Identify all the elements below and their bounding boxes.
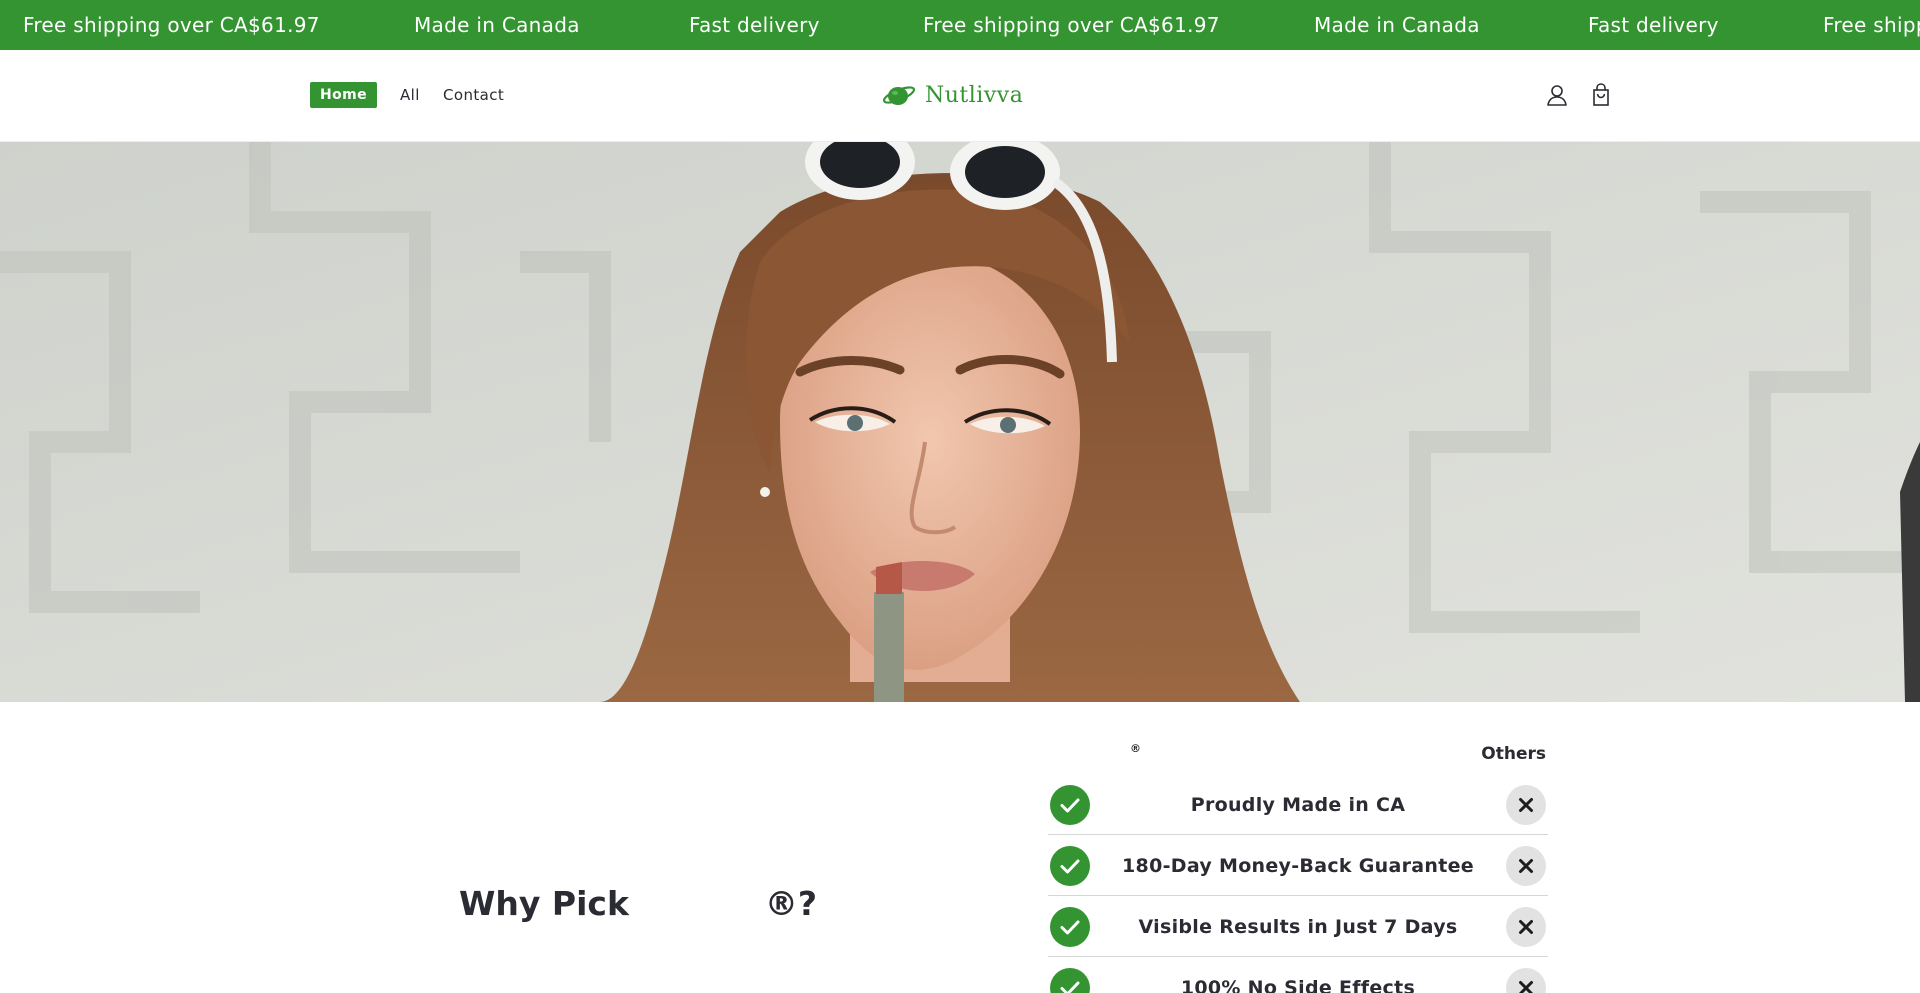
announcement-item: Made in Canada [1314,13,1480,37]
comparison-row-label: Proudly Made in CA [1190,794,1406,816]
comparison-row: Proudly Made in CA [1048,774,1548,835]
announcement-item: Free shipping over CA$61.97 [23,13,320,37]
close-x-icon [1506,968,1546,993]
comparison-row-label: 180-Day Money-Back Guarantee [1122,855,1474,877]
comparison-table-header: ® Others [1048,738,1548,774]
comparison-row-label: Visible Results in Just 7 Days [1138,916,1458,938]
hero-illustration [0,142,1920,702]
account-icon[interactable] [1542,80,1572,110]
announcement-item: Fast delivery [689,13,820,37]
check-icon [1050,846,1090,886]
why-pick-heading: Why Pick ®? [459,884,817,923]
comparison-table: ® Others Proudly Made in CA 180-Day Mone… [1048,738,1548,993]
others-column-header: Others [1481,744,1546,764]
check-icon [1050,968,1090,993]
check-icon [1050,785,1090,825]
announcement-item: Free shipping over CA$61.97 [923,13,1220,37]
comparison-row-label: 100% No Side Effects [1180,977,1416,993]
cart-icon[interactable] [1586,80,1616,110]
nav-all-link[interactable]: All [400,82,420,108]
hero-image [0,142,1920,702]
why-pick-heading-start: Why Pick [459,884,629,923]
comparison-row: Visible Results in Just 7 Days [1048,896,1548,957]
close-x-icon [1506,785,1546,825]
comparison-row: 180-Day Money-Back Guarantee [1048,835,1548,896]
why-pick-heading-end: ®? [764,884,818,923]
site-header: Home All Contact Nutlivva [0,50,1920,142]
announcement-item: Made in Canada [414,13,580,37]
planet-logo-icon [882,81,917,109]
close-x-icon [1506,907,1546,947]
check-icon [1050,907,1090,947]
nav-home-link[interactable]: Home [310,82,378,108]
site-logo[interactable]: Nutlivva [882,77,1024,113]
comparison-section: Why Pick ®? ® Others Proudly Made in CA 1… [0,702,1920,993]
comparison-row: 100% No Side Effects [1048,957,1548,993]
announcement-bar: Free shipping over CA$61.97 Made in Cana… [0,0,1920,50]
logo-text: Nutlivva [925,82,1024,108]
nav-contact-link[interactable]: Contact [443,82,504,108]
announcement-item: Fast delivery [1588,13,1719,37]
close-x-icon [1506,846,1546,886]
brand-column-header: ® [1130,742,1141,755]
announcement-item: Free shipping over CA$61.97 [1823,13,1920,37]
